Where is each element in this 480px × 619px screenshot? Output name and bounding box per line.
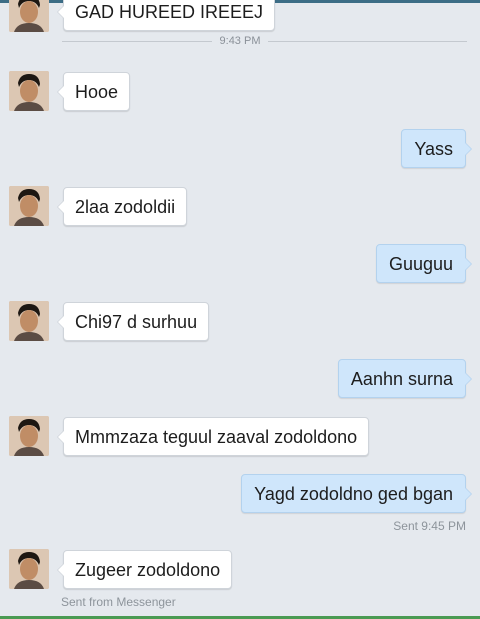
message-bubble-outgoing[interactable]: Yagd zodoldno ged bgan <box>241 474 472 513</box>
time-divider: 9:43 PM <box>212 35 268 47</box>
message-text: Yass <box>414 139 453 159</box>
message-text: Hooe <box>75 82 119 102</box>
sent-status: Sent 9:45 PM <box>393 519 466 533</box>
avatar[interactable] <box>9 186 49 226</box>
message-bubble-incoming[interactable]: GAD HUREED IREEEJ <box>56 0 276 31</box>
message-bubble-outgoing[interactable]: Aanhn surna <box>337 359 473 398</box>
message-bubble-incoming[interactable]: Hooe <box>56 72 131 111</box>
message-text: Zugeer zodoldono <box>75 560 221 580</box>
message-text: GAD HUREED IREEEJ <box>75 2 264 22</box>
message-text: Guuguu <box>388 254 453 274</box>
avatar[interactable] <box>9 71 49 111</box>
message-bubble-outgoing[interactable]: Yass <box>401 129 472 168</box>
message-bubble-incoming[interactable]: 2laa zodoldii <box>56 187 188 226</box>
message-text: Chi97 d surhuu <box>75 312 198 332</box>
avatar[interactable] <box>9 416 49 456</box>
message-bubble-incoming[interactable]: Chi97 d surhuu <box>56 302 210 341</box>
message-bubble-incoming[interactable]: Zugeer zodoldono <box>56 550 233 589</box>
message-text: Mmmzaza teguul zaaval zodoldono <box>75 427 358 447</box>
message-text: Aanhn surna <box>350 369 453 389</box>
avatar[interactable] <box>9 0 49 32</box>
avatar[interactable] <box>9 301 49 341</box>
message-text: 2laa zodoldii <box>75 197 176 217</box>
sent-from-label: Sent from Messenger <box>61 595 176 609</box>
avatar[interactable] <box>9 549 49 589</box>
message-text: Yagd zodoldno ged bgan <box>254 484 453 504</box>
message-thread: GAD HUREED IREEEJ 9:43 PM Hooe Yass 2laa… <box>0 0 480 619</box>
message-bubble-incoming[interactable]: Mmmzaza teguul zaaval zodoldono <box>56 417 370 456</box>
message-bubble-outgoing[interactable]: Guuguu <box>375 244 473 283</box>
